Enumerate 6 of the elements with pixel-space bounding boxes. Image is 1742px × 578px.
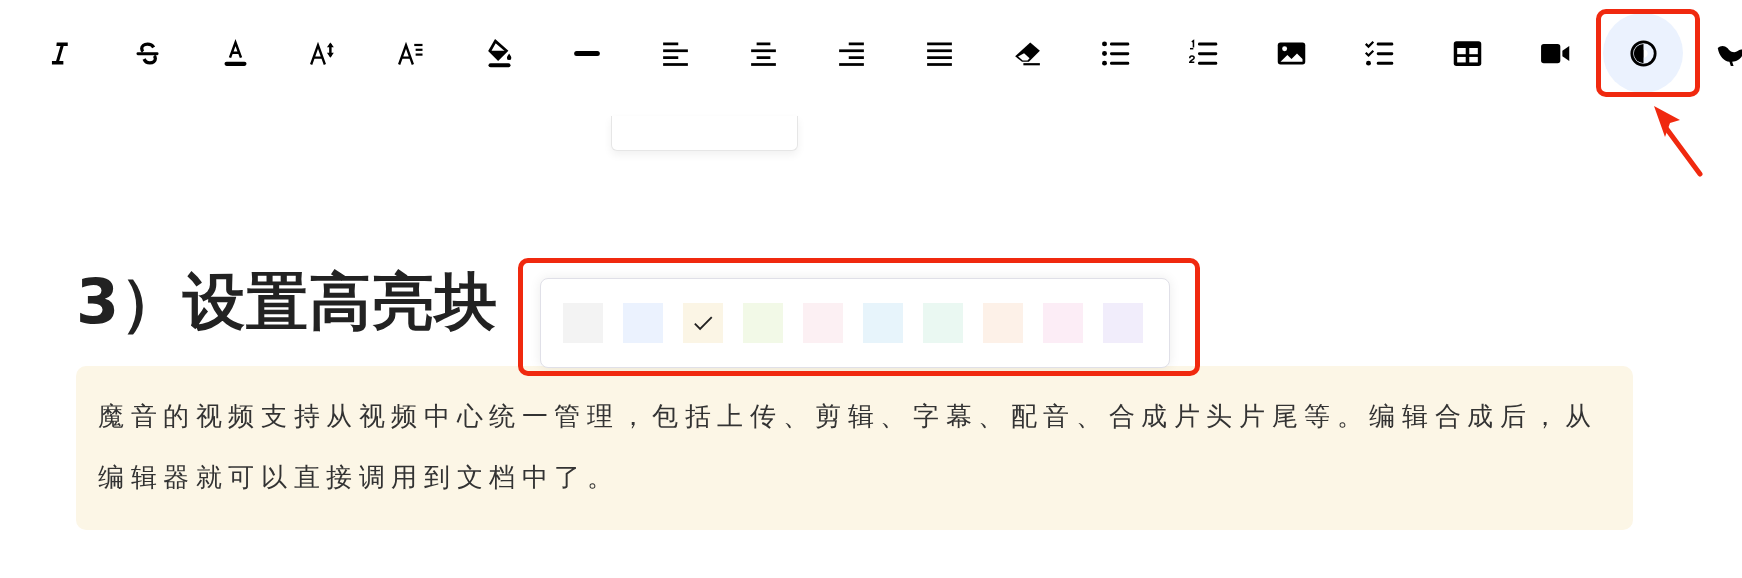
highlight-button[interactable] xyxy=(1603,13,1683,93)
color-swatch[interactable] xyxy=(683,303,723,343)
paragraph: 魔音的视频支持从视频中心统一管理，包括上传、剪辑、字幕、配音、合成片头片尾等。编辑合成后，从编辑器就可以直接调用到文档中了。 xyxy=(98,400,1599,494)
color-swatch[interactable] xyxy=(863,303,903,343)
section-heading: 3）设置高亮块 xyxy=(76,264,499,340)
color-swatch[interactable] xyxy=(743,303,783,343)
